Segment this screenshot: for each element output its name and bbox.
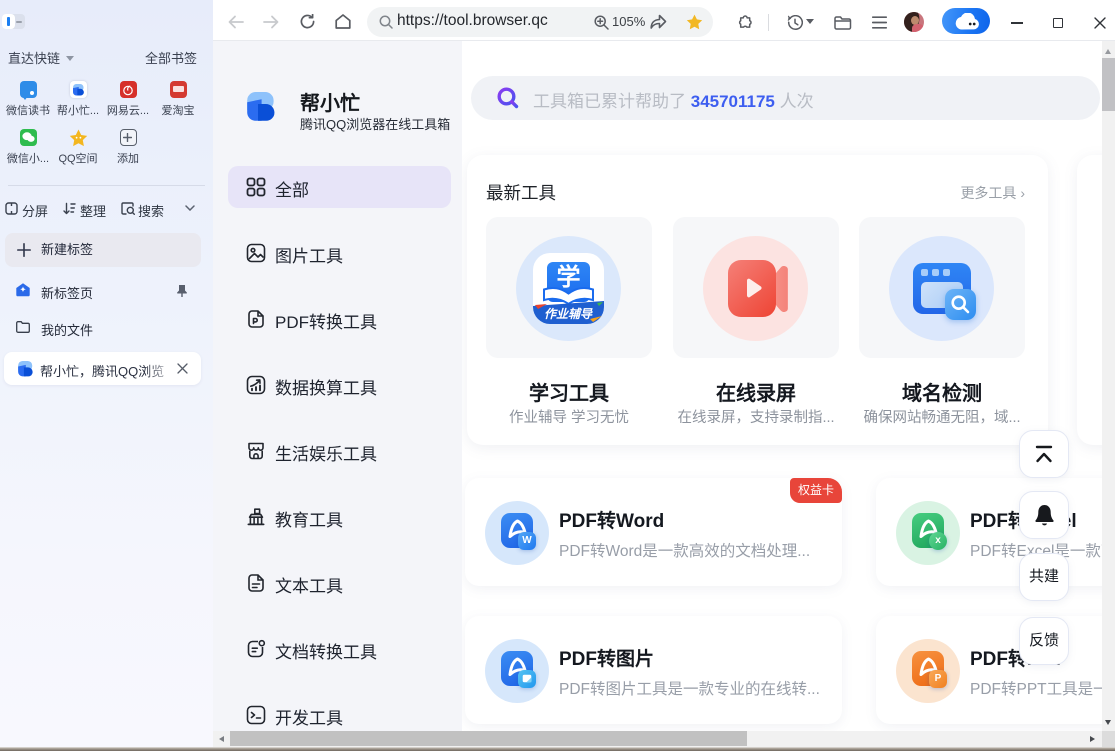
svg-text:作业辅导: 作业辅导 xyxy=(544,307,593,321)
